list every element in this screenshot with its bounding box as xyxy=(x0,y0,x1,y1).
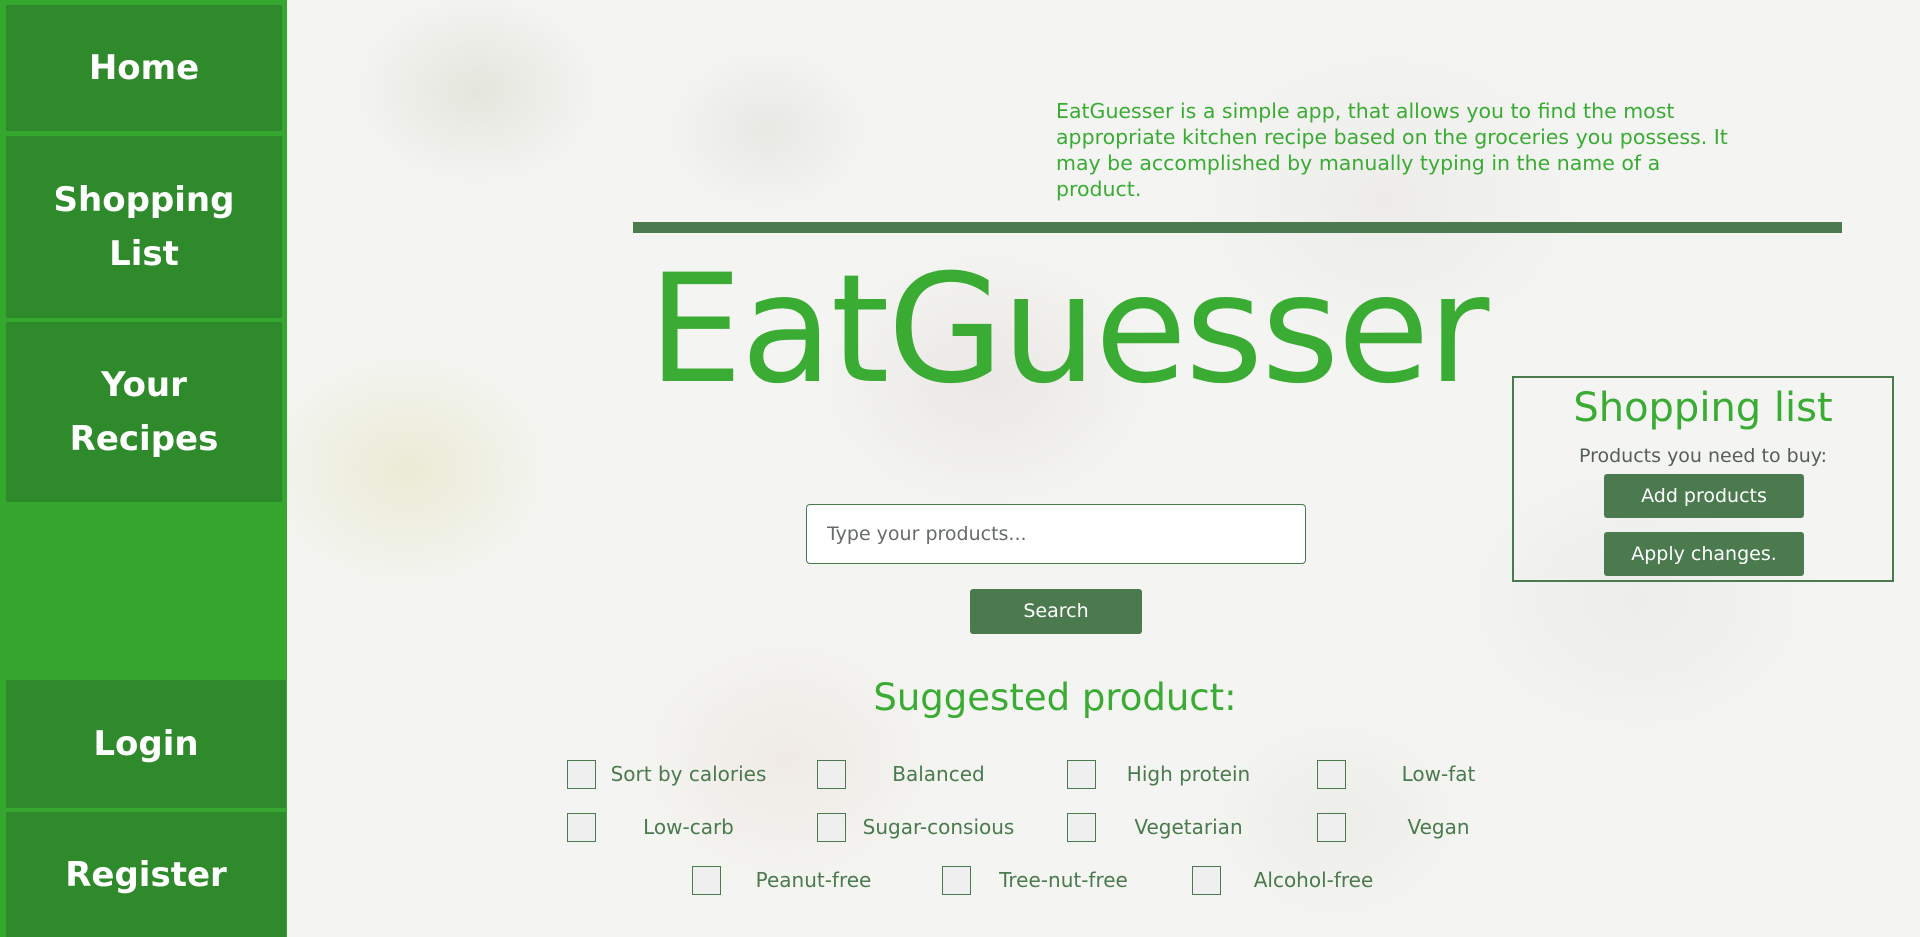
filter-label: Vegan xyxy=(1407,815,1470,839)
filter-label: Sugar-consious xyxy=(862,815,1015,839)
filter-peanut-free[interactable]: Peanut-free xyxy=(692,864,902,896)
app-description: EatGuesser is a simple app, that allows … xyxy=(1056,99,1728,201)
filter-label: Peanut-free xyxy=(755,868,872,892)
sidebar: Home Shopping List Your Recipes Login Re… xyxy=(0,0,287,937)
nav-your-recipes[interactable]: Your Recipes xyxy=(6,322,282,502)
filter-low-fat[interactable]: Low-fat xyxy=(1317,758,1527,790)
search-button[interactable]: Search xyxy=(970,589,1142,634)
filter-label: Sort by calories xyxy=(610,762,767,786)
nav-register[interactable]: Register xyxy=(6,812,286,937)
checkbox[interactable] xyxy=(1067,812,1096,842)
filter-sugar-conscious[interactable]: Sugar-consious xyxy=(817,811,1027,843)
nav-your-recipes-label: Your Recipes xyxy=(69,365,219,459)
filter-label: Low-carb xyxy=(643,815,734,839)
checkbox[interactable] xyxy=(1192,865,1221,895)
apply-changes-button[interactable]: Apply changes. xyxy=(1604,532,1804,576)
filter-sort-by-calories[interactable]: Sort by calories xyxy=(567,758,777,790)
shopping-list-panel: Shopping list Products you need to buy: … xyxy=(1512,376,1894,582)
checkbox[interactable] xyxy=(567,812,596,842)
filter-label: Vegetarian xyxy=(1134,815,1243,839)
filter-low-carb[interactable]: Low-carb xyxy=(567,811,777,843)
checkbox[interactable] xyxy=(567,759,596,789)
filter-label: Balanced xyxy=(892,762,985,786)
filter-label: Alcohol-free xyxy=(1253,868,1374,892)
filter-balanced[interactable]: Balanced xyxy=(817,758,1027,790)
suggested-product-heading: Suggested product: xyxy=(873,676,1237,719)
checkbox[interactable] xyxy=(817,812,846,842)
product-search-input[interactable] xyxy=(806,504,1306,564)
filter-alcohol-free[interactable]: Alcohol-free xyxy=(1192,864,1402,896)
nav-home[interactable]: Home xyxy=(6,5,282,131)
nav-register-label: Register xyxy=(65,854,227,895)
filter-high-protein[interactable]: High protein xyxy=(1067,758,1277,790)
checkbox[interactable] xyxy=(1317,812,1346,842)
app-title: EatGuesser xyxy=(648,243,1489,417)
filter-vegetarian[interactable]: Vegetarian xyxy=(1067,811,1277,843)
title-divider xyxy=(633,222,1842,233)
checkbox[interactable] xyxy=(1317,759,1346,789)
shopping-list-title: Shopping list xyxy=(1573,385,1833,431)
filter-tree-nut-free[interactable]: Tree-nut-free xyxy=(942,864,1152,896)
nav-login-label: Login xyxy=(93,724,199,764)
nav-login[interactable]: Login xyxy=(6,680,286,808)
checkbox[interactable] xyxy=(817,759,846,789)
filter-label: Tree-nut-free xyxy=(999,868,1128,892)
checkbox[interactable] xyxy=(942,865,971,895)
nav-home-label: Home xyxy=(88,48,200,88)
nav-shopping-list-label: Shopping List xyxy=(53,180,235,274)
add-products-button[interactable]: Add products xyxy=(1604,474,1804,518)
filter-label: High protein xyxy=(1126,762,1251,786)
filter-vegan[interactable]: Vegan xyxy=(1317,811,1527,843)
checkbox[interactable] xyxy=(1067,759,1096,789)
nav-shopping-list[interactable]: Shopping List xyxy=(6,136,282,318)
filter-label: Low-fat xyxy=(1401,762,1476,786)
shopping-list-subtitle: Products you need to buy: xyxy=(1578,445,1828,467)
checkbox[interactable] xyxy=(692,865,721,895)
